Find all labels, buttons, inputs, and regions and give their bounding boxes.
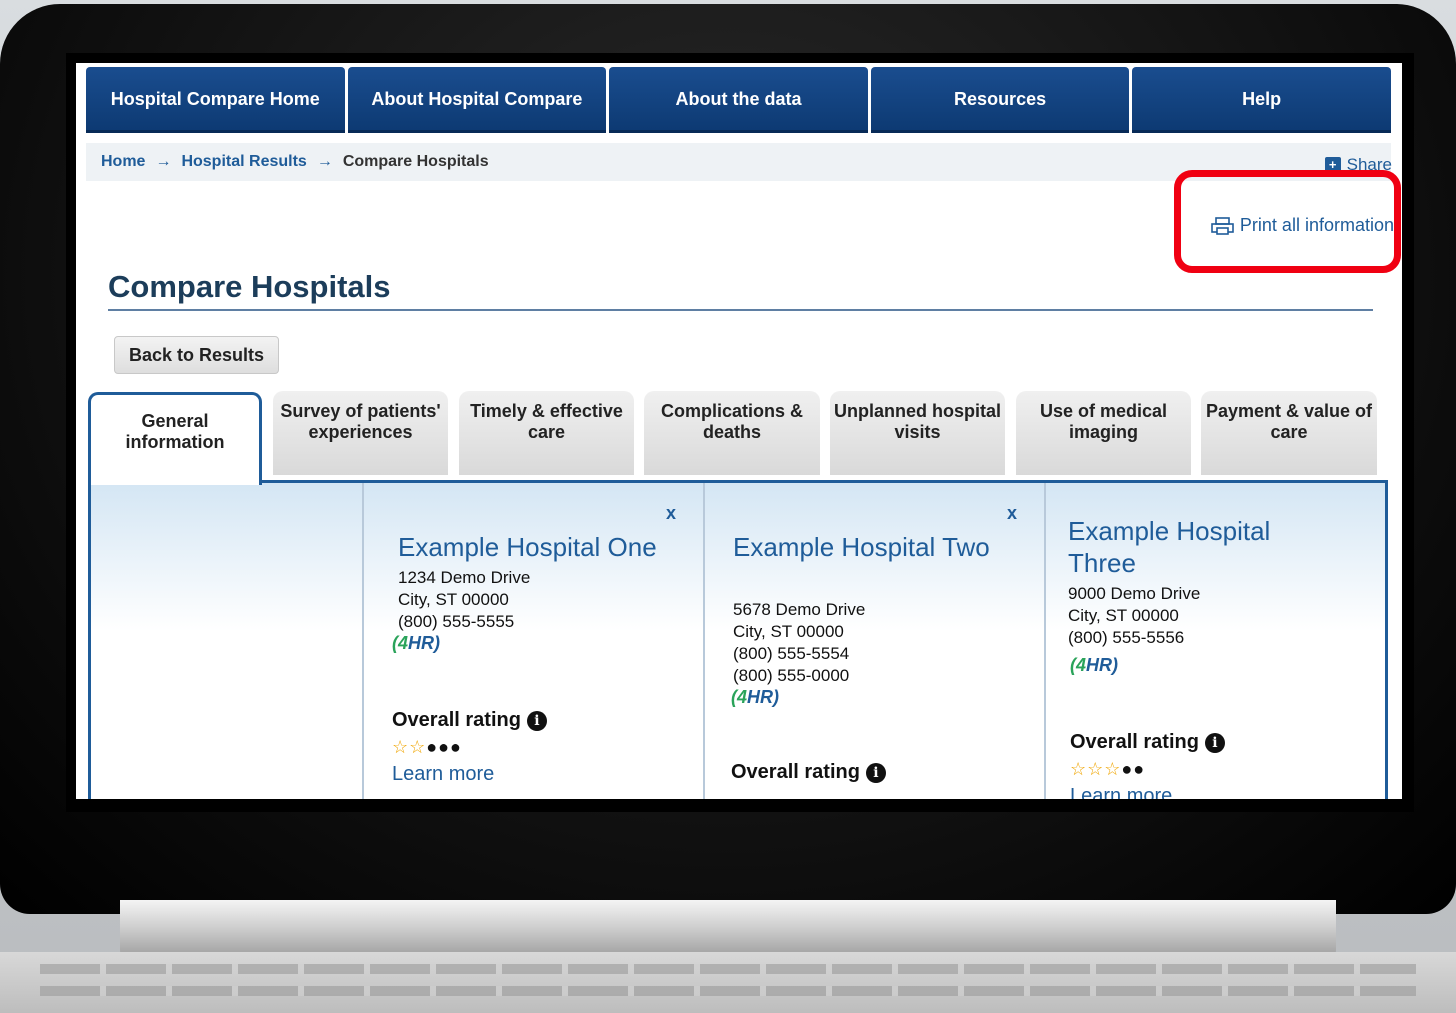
star-rating: ☆☆☆●● [1070,759,1146,779]
city-line: City, ST 00000 [398,590,509,609]
hospital-column: x Example Hospital One 1234 Demo Drive C… [362,483,704,799]
plus-icon: + [1324,157,1341,173]
overall-rating: Overall rating i [392,709,547,732]
tab-general-information[interactable]: General information [88,392,262,485]
share-label: Share [1346,155,1392,174]
page-title: Compare Hospitals [108,269,391,304]
star-rating: ☆☆●●● [392,737,462,757]
keyboard-row [40,986,1416,996]
hospital-address: 9000 Demo Drive City, ST 00000 (800) 555… [1068,583,1200,649]
printer-icon [1211,216,1234,235]
address-line: 1234 Demo Drive [398,568,531,587]
nav-hospital-compare-home[interactable]: Hospital Compare Home [86,67,345,133]
laptop-hinge [120,900,1336,960]
hospital-name[interactable]: Example Hospital Three [1068,515,1328,579]
info-icon[interactable]: i [865,762,886,783]
address-line: 5678 Demo Drive [733,600,866,619]
laptop-keyboard [0,952,1456,1013]
nav-about-hospital-compare[interactable]: About Hospital Compare [347,67,607,133]
hospital-column: Example Hospital Three 9000 Demo Drive C… [1044,483,1386,799]
tab-use-of-medical-imaging[interactable]: Use of medical imaging [1016,391,1191,475]
hospital-name[interactable]: Example Hospital Two [733,531,993,563]
top-nav: Hospital Compare Home About Hospital Com… [86,67,1391,133]
nav-help[interactable]: Help [1132,67,1391,133]
info-icon[interactable]: i [1204,732,1225,753]
back-to-results-button[interactable]: Back to Results [114,336,280,374]
share-link[interactable]: + Share [1324,155,1392,175]
city-line: City, ST 00000 [1068,606,1179,625]
tab-survey-patients-experiences[interactable]: Survey of patients' experiences [273,391,448,475]
rating-label: Overall rating [392,709,521,731]
address-line: 9000 Demo Drive [1068,584,1201,603]
nav-about-the-data[interactable]: About the data [609,67,868,133]
keyboard-row [40,964,1416,974]
title-divider [108,309,1373,311]
hospital-column: x Example Hospital Two 5678 Demo Drive C… [703,483,1045,799]
tab-unplanned-hospital-visits[interactable]: Unplanned hospital visits [830,391,1005,475]
print-label: Print all information [1239,215,1394,235]
ehr-logo: (4HR) [731,687,780,707]
tab-payment-value-of-care[interactable]: Payment & value of care [1201,391,1377,475]
browser-viewport: Hospital Compare Home About Hospital Com… [76,63,1402,799]
phone-line: (800) 555-5554 [733,644,850,663]
breadcrumb-hospital-results[interactable]: Hospital Results [181,153,306,171]
hospital-address: 1234 Demo Drive City, ST 00000 (800) 555… [398,567,530,633]
overall-rating: Overall rating i [731,761,886,784]
print-all-link[interactable]: Print all information [1210,215,1394,236]
ehr-logo: (4HR) [392,633,441,653]
phone-line: (800) 555-0000 [733,666,850,685]
remove-hospital-button[interactable]: x [1007,503,1017,524]
info-icon[interactable]: i [526,710,547,731]
tab-complications-deaths[interactable]: Complications & deaths [644,391,820,475]
compare-panel: x Example Hospital One 1234 Demo Drive C… [88,480,1388,799]
arrow-right-icon: → [316,153,333,170]
laptop-screen: Hospital Compare Home About Hospital Com… [66,53,1414,812]
nav-resources[interactable]: Resources [870,67,1130,133]
city-line: City, ST 00000 [733,622,844,641]
learn-more-link[interactable]: Learn more [392,763,494,786]
tab-timely-effective-care[interactable]: Timely & effective care [459,391,634,475]
learn-more-link[interactable]: Learn more [1070,785,1172,799]
breadcrumb: Home → Hospital Results → Compare Hospit… [86,143,1391,181]
breadcrumb-home[interactable]: Home [101,153,145,171]
rating-label: Overall rating [1070,731,1199,753]
rating-label: Overall rating [731,761,860,783]
hospital-address: 5678 Demo Drive City, ST 00000 (800) 555… [733,599,865,687]
overall-rating: Overall rating i [1070,731,1225,754]
compare-tabs: General information Survey of patients' … [88,388,1388,485]
hospital-name[interactable]: Example Hospital One [398,531,688,563]
phone-line: (800) 555-5555 [398,612,515,631]
arrow-right-icon: → [155,153,172,170]
ehr-logo: (4HR) [1070,655,1119,675]
remove-hospital-button[interactable]: x [666,503,676,524]
breadcrumb-current: Compare Hospitals [342,153,489,170]
phone-line: (800) 555-5556 [1068,628,1185,647]
